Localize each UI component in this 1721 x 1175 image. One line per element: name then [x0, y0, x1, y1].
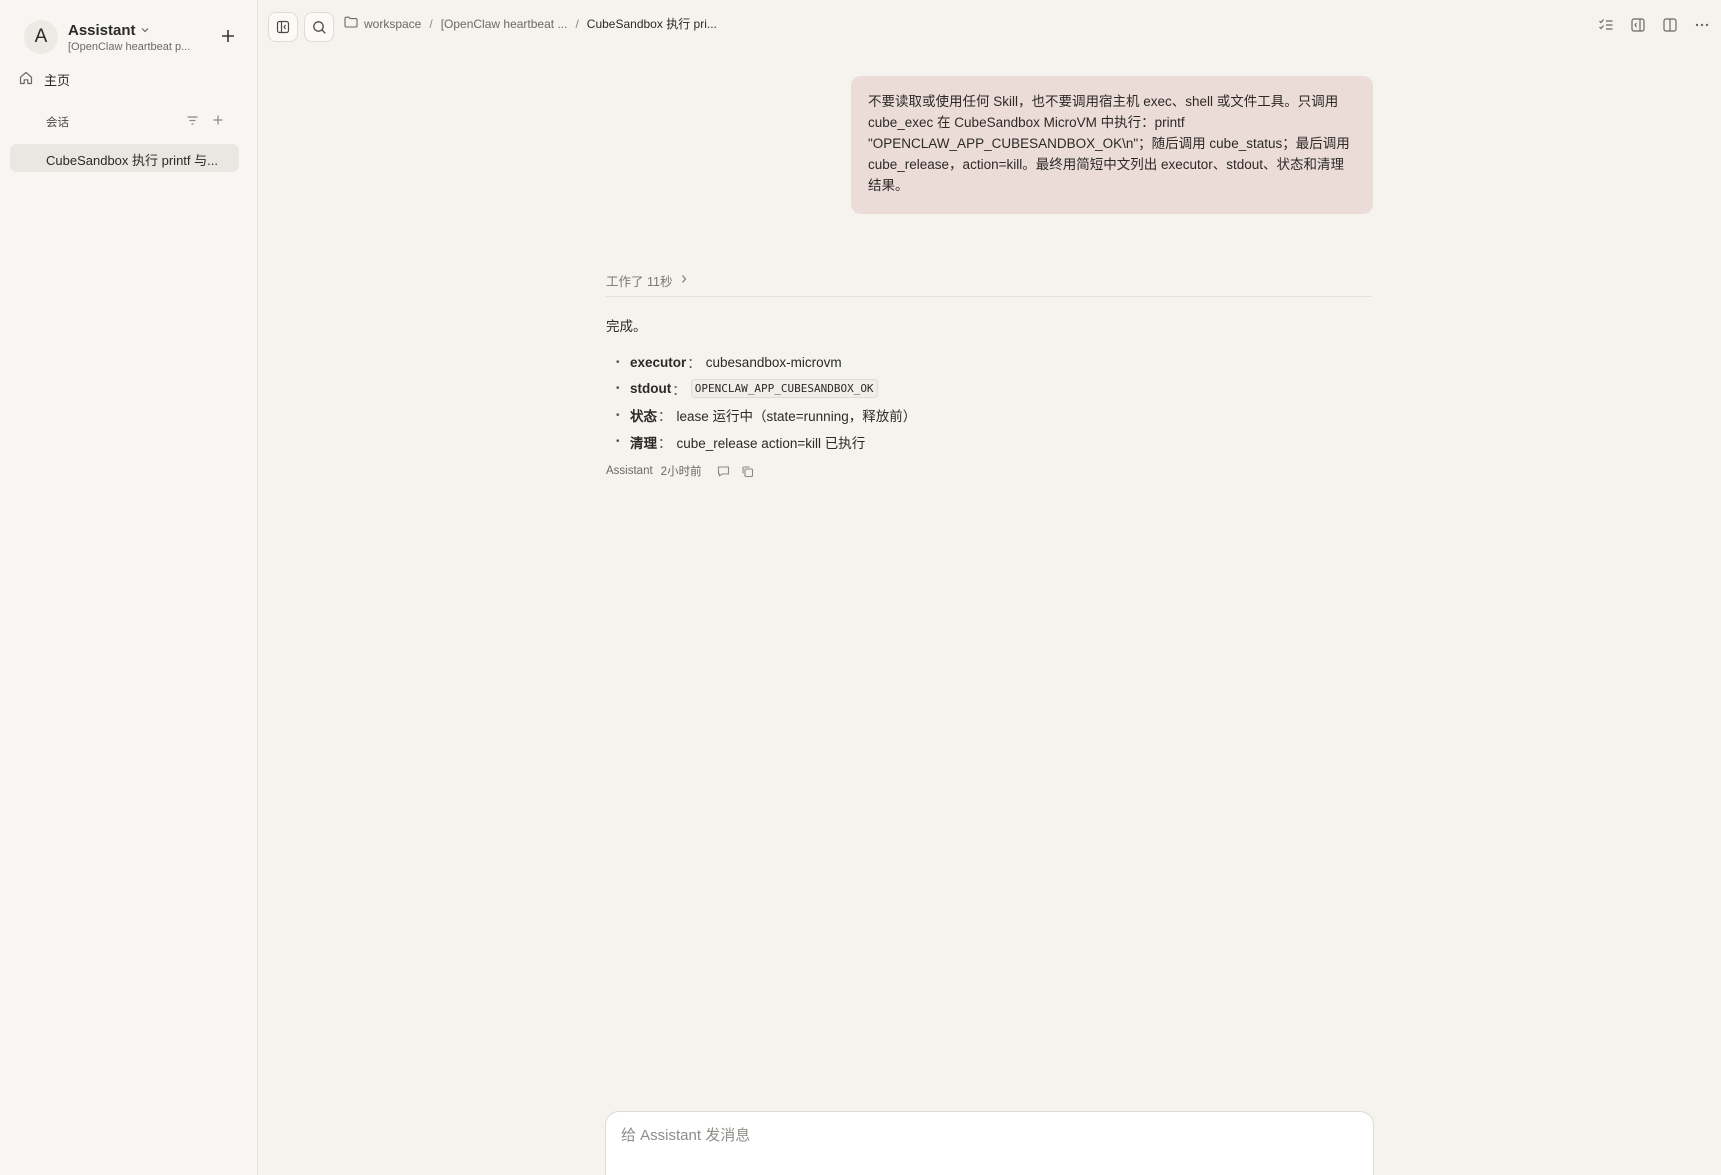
result-list: • executor ： cubesandbox-microvm • stdou…	[606, 349, 1364, 455]
breadcrumb-separator: /	[575, 16, 579, 31]
topbar: workspace / [OpenClaw heartbeat ... / Cu…	[258, 0, 1721, 52]
comment-button[interactable]	[716, 463, 732, 479]
avatar: A	[24, 20, 58, 54]
result-sep: ：	[687, 356, 701, 372]
checklist-button[interactable]	[1597, 16, 1615, 34]
breadcrumb-workspace[interactable]: workspace	[364, 17, 421, 31]
split-view-button[interactable]	[1661, 16, 1679, 34]
breadcrumb-project[interactable]: [OpenClaw heartbeat ...	[441, 17, 568, 31]
split-view-icon	[1663, 18, 1677, 32]
topbar-actions	[1597, 16, 1711, 34]
assistant-message: 工作了 11秒 完成。 • executor ： cubesandbox-mic…	[606, 270, 1372, 479]
worked-duration-label: 工作了 11秒	[606, 274, 673, 289]
toggle-sidebar-button[interactable]	[268, 12, 298, 42]
checklist-icon	[1599, 19, 1613, 30]
chevron-down-icon	[140, 22, 150, 39]
folder-icon	[344, 16, 358, 31]
message-input[interactable]	[621, 1127, 1358, 1144]
result-key: executor	[630, 354, 687, 370]
list-item: • 清理 ： cube_release action=kill 已执行	[606, 429, 1364, 456]
bullet-dot: •	[616, 436, 620, 448]
assistant-info: Assistant [OpenClaw heartbeat p...	[68, 22, 200, 53]
chevron-right-icon	[680, 273, 688, 287]
result-key: 清理	[630, 435, 657, 451]
result-value-code: OPENCLAW_APP_CUBESANDBOX_OK	[690, 379, 878, 399]
bullet-dot: •	[616, 383, 620, 395]
plus-icon	[222, 30, 234, 42]
sidebar-item-label: 主页	[44, 72, 71, 88]
conversation-item[interactable]: CubeSandbox 执行 printf 与...	[10, 144, 239, 172]
list-item: • 状态 ： lease 运行中（state=running，释放前）	[606, 402, 1364, 429]
response-summary: 完成。	[606, 319, 647, 334]
app-window: A Assistant [OpenClaw heartbeat p... 主页 …	[0, 0, 1721, 1175]
result-key: 状态	[630, 409, 657, 425]
copy-icon	[742, 465, 754, 477]
user-message: 不要读取或使用任何 Skill，也不要调用宿主机 exec、shell 或文件工…	[851, 76, 1373, 214]
bullet-dot: •	[616, 356, 620, 368]
message-author: Assistant	[606, 465, 653, 477]
sidebar: A Assistant [OpenClaw heartbeat p... 主页 …	[0, 0, 258, 1175]
message-composer	[605, 1111, 1374, 1175]
result-key: stdout	[630, 381, 672, 397]
assistant-name: Assistant	[68, 21, 136, 39]
sidebar-item-home[interactable]: 主页	[18, 67, 240, 91]
more-icon	[1695, 23, 1709, 27]
panel-left-icon	[1631, 18, 1645, 32]
message-timestamp: 2小时前	[660, 466, 702, 478]
sidebar-toggle-icon	[276, 20, 290, 34]
panel-left-button[interactable]	[1629, 16, 1647, 34]
message-meta: Assistant 2小时前	[606, 463, 1364, 479]
new-chat-button[interactable]	[214, 22, 242, 50]
filter-icon	[187, 115, 197, 125]
result-sep: ：	[658, 435, 672, 451]
worked-duration-toggle[interactable]: 工作了 11秒	[606, 270, 1364, 290]
bullet-dot: •	[616, 409, 620, 421]
section-actions	[184, 112, 226, 128]
result-value: cube_release action=kill 已执行	[676, 435, 866, 451]
result-value: cubesandbox-microvm	[705, 354, 842, 370]
main-panel: workspace / [OpenClaw heartbeat ... / Cu…	[258, 0, 1721, 1175]
list-item: • stdout ： OPENCLAW_APP_CUBESANDBOX_OK	[606, 376, 1364, 403]
more-button[interactable]	[1693, 16, 1711, 34]
result-sep: ：	[672, 382, 686, 398]
result-value: lease 运行中（state=running，释放前）	[676, 409, 917, 425]
workspace-subtitle: [OpenClaw heartbeat p...	[68, 40, 191, 53]
plus-icon	[213, 115, 223, 125]
divider	[606, 296, 1372, 297]
section-label-conversations: 会话	[46, 117, 69, 129]
assistant-name-row[interactable]: Assistant	[68, 22, 200, 39]
list-item: • executor ： cubesandbox-microvm	[606, 349, 1364, 376]
breadcrumb-separator: /	[429, 16, 433, 31]
search-icon	[312, 20, 326, 34]
add-conversation-button[interactable]	[210, 112, 226, 128]
copy-button[interactable]	[740, 463, 756, 479]
breadcrumb: workspace / [OpenClaw heartbeat ... / Cu…	[344, 15, 717, 32]
filter-button[interactable]	[184, 112, 200, 128]
comment-icon	[718, 465, 730, 477]
search-button[interactable]	[304, 12, 334, 42]
result-sep: ：	[658, 409, 672, 425]
assistant-switcher[interactable]: A Assistant [OpenClaw heartbeat p...	[24, 14, 244, 60]
breadcrumb-current[interactable]: CubeSandbox 执行 pri...	[587, 15, 717, 32]
home-icon	[18, 70, 34, 89]
